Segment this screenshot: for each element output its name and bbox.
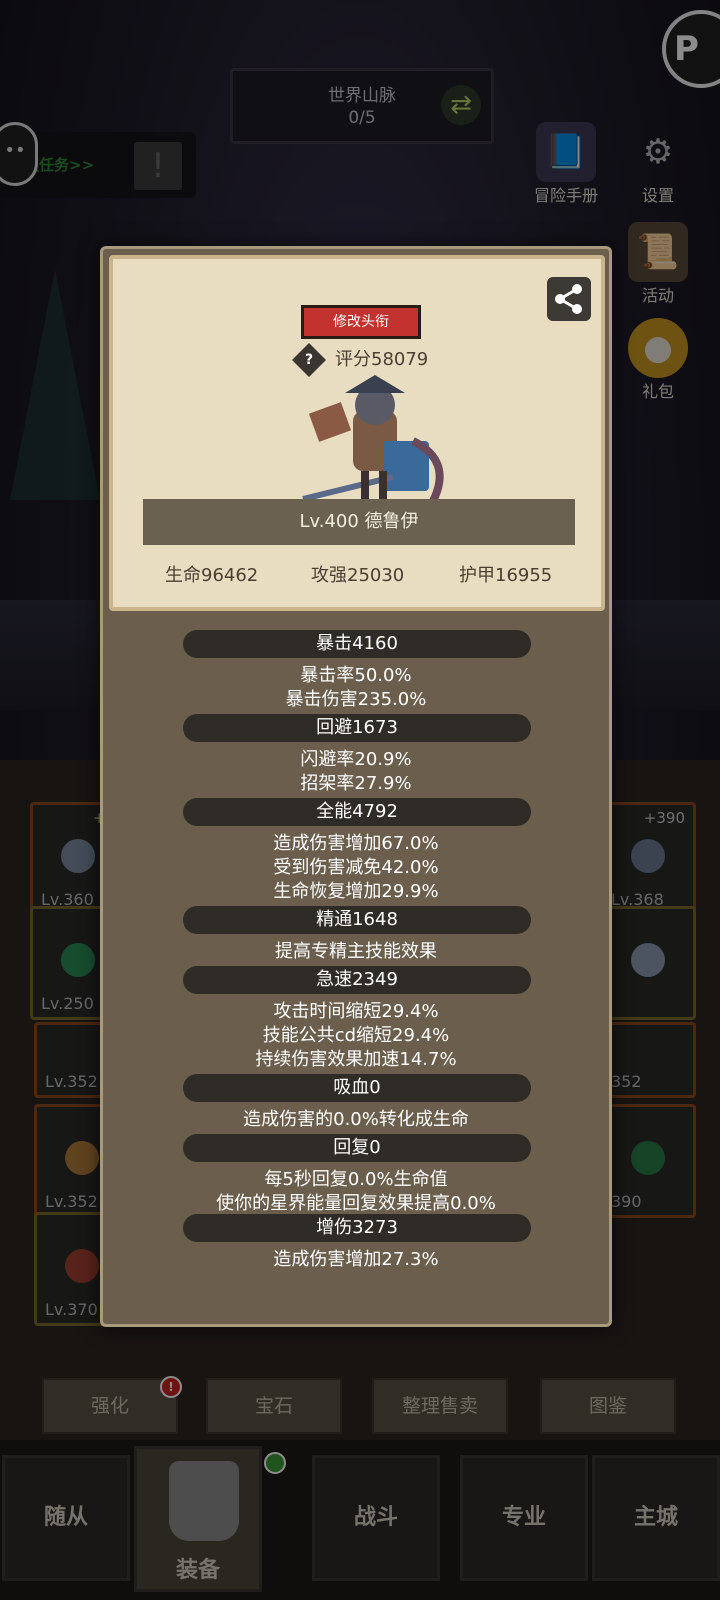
character-stats-modal: 修改头衔 ? 评分58079 Lv.400 德鲁伊 生命96462 攻强25030… (100, 246, 612, 1327)
stat-line: 暴击率50.0% (300, 665, 412, 686)
score: ? 评分58079 (292, 343, 429, 377)
character-card: 修改头衔 ? 评分58079 Lv.400 德鲁伊 生命96462 攻强25030… (109, 255, 605, 611)
stat-line: 受到伤害减免42.0% (273, 857, 439, 878)
stat-line: 暴击伤害235.0% (285, 689, 427, 710)
stat-line: 提高专精主技能效果 (275, 941, 437, 962)
stat-line: 使你的星界能量回复效果提高0.0% (216, 1193, 496, 1214)
stat-line: 生命恢复增加29.9% (273, 881, 439, 902)
attack-stat: 攻强25030 (311, 565, 405, 586)
stat-header-haste: 急速2349 (183, 966, 531, 994)
stat-line: 招架率27.9% (300, 773, 412, 794)
edit-title-button[interactable]: 修改头衔 (301, 305, 421, 339)
stat-line: 造成伤害的0.0%转化成生命 (243, 1109, 469, 1130)
stat-header-crit: 暴击4160 (183, 630, 531, 658)
character-portrait (302, 375, 444, 503)
hp-stat: 生命96462 (165, 565, 259, 586)
stat-header-leech: 吸血0 (183, 1074, 531, 1102)
stat-header-avoidance: 回避1673 (183, 714, 531, 742)
stat-line: 闪避率20.9% (300, 749, 412, 770)
stat-line: 技能公共cd缩短29.4% (262, 1025, 450, 1046)
share-icon (555, 284, 582, 314)
stat-line: 每5秒回复0.0%生命值 (264, 1169, 448, 1190)
share-button[interactable] (547, 277, 591, 321)
stat-line: 造成伤害增加27.3% (273, 1249, 439, 1270)
stat-line: 攻击时间缩短29.4% (273, 1001, 439, 1022)
stat-header-regen: 回复0 (183, 1134, 531, 1162)
stat-line: 持续伤害效果加速14.7% (255, 1049, 457, 1070)
stat-header-versatility: 全能4792 (183, 798, 531, 826)
stat-line: 造成伤害增加67.0% (273, 833, 439, 854)
character-name-level: Lv.400 德鲁伊 (143, 499, 575, 545)
score-text: 评分58079 (335, 349, 429, 370)
armor-stat: 护甲16955 (459, 565, 553, 586)
stat-header-damage-increase: 增伤3273 (183, 1214, 531, 1242)
stat-header-mastery: 精通1648 (183, 906, 531, 934)
